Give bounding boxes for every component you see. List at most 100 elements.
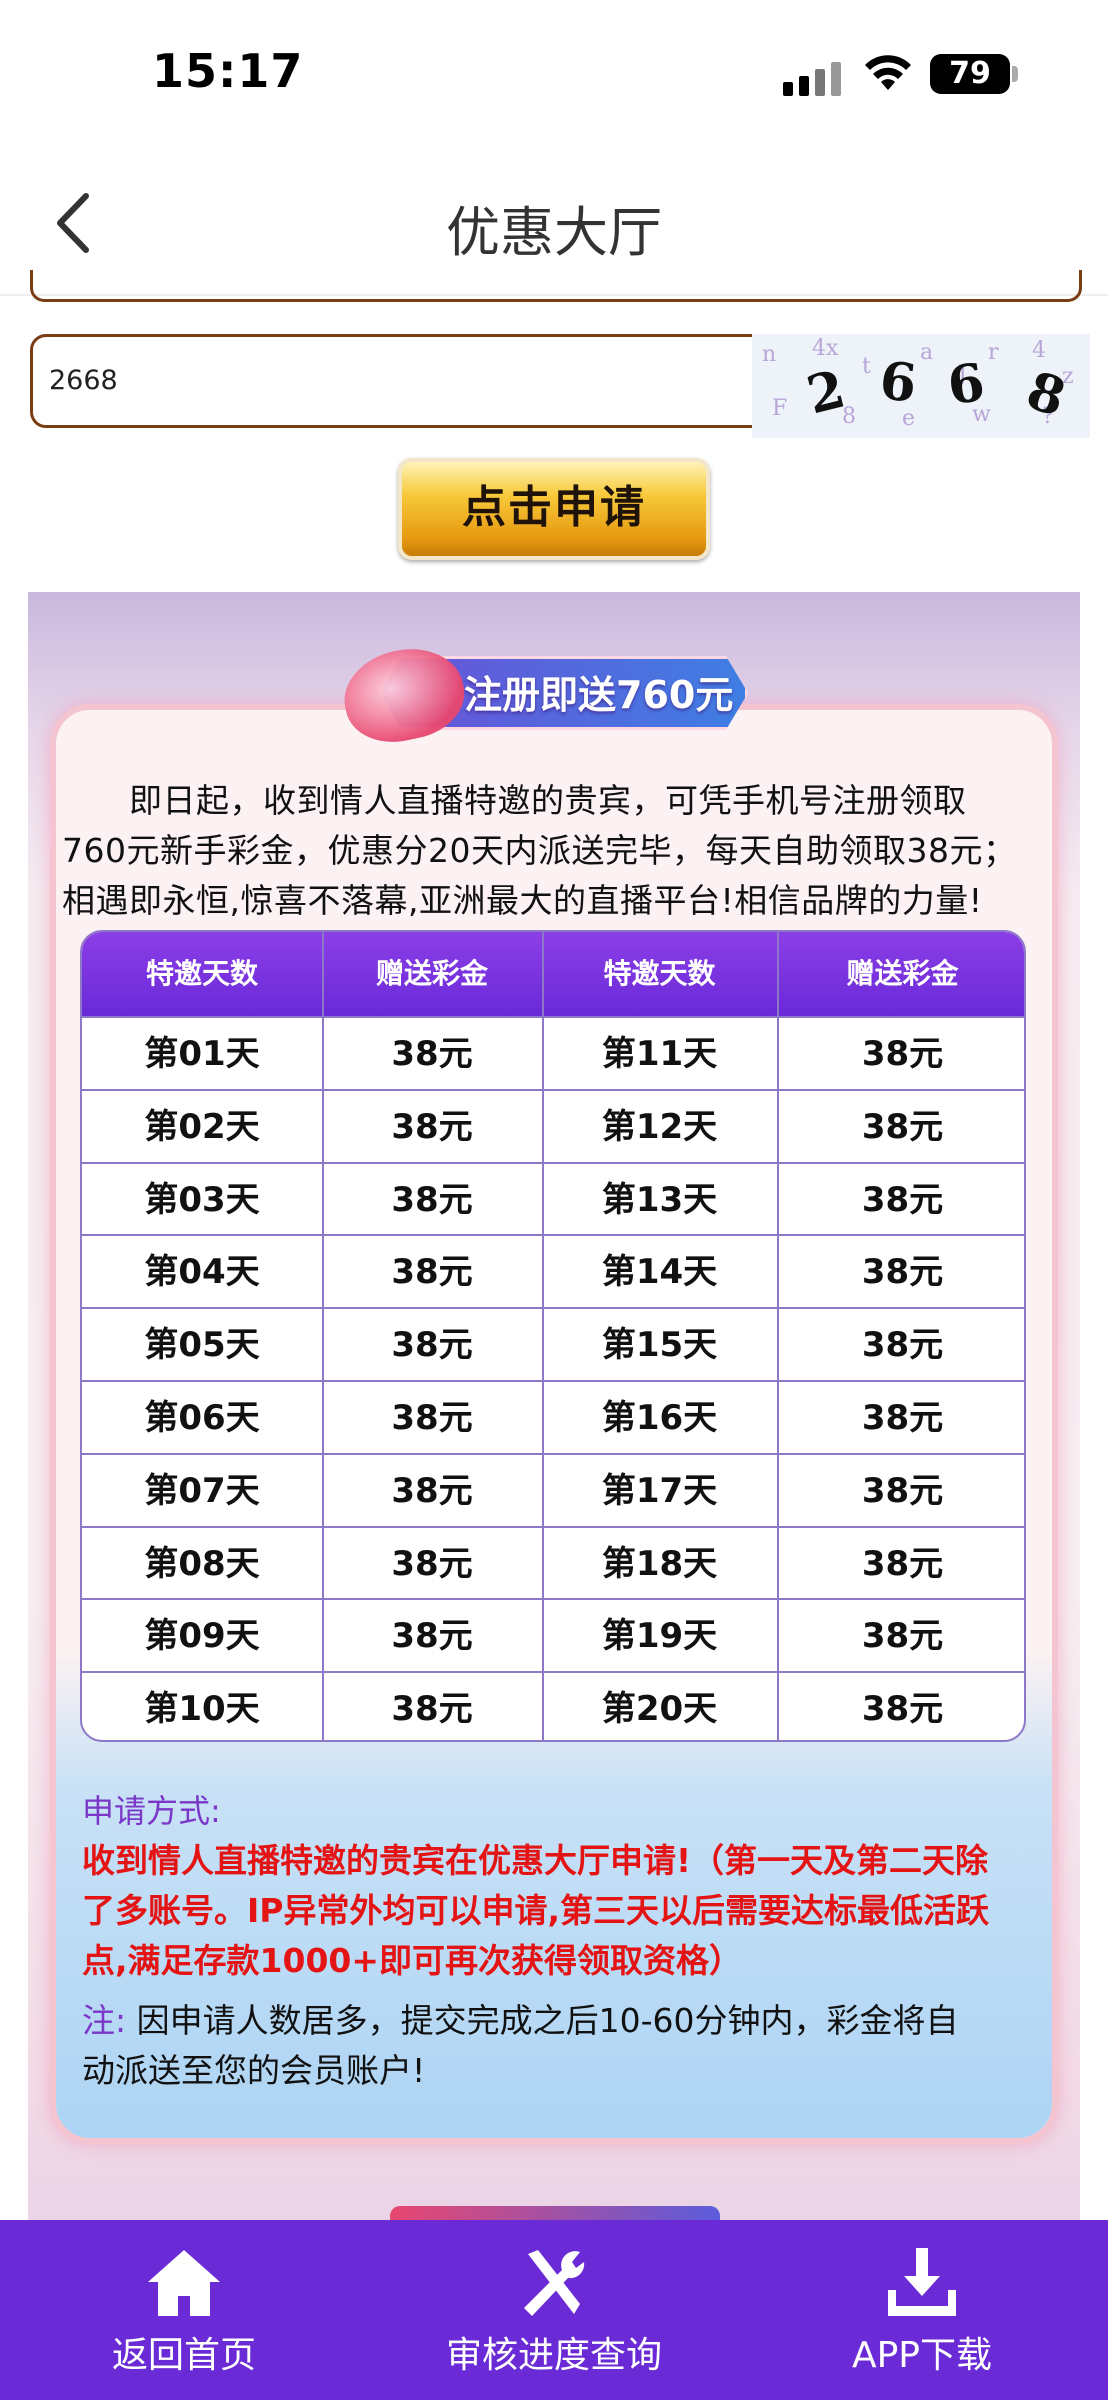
tab-home[interactable]: 返回首页 bbox=[34, 2220, 334, 2400]
table-cell: 38元 bbox=[391, 1106, 473, 1147]
tab-app-download[interactable]: APP下载 bbox=[772, 2220, 1072, 2400]
table-cell: 38元 bbox=[391, 1616, 473, 1657]
table-header: 特邀天数 赠送彩金 特邀天数 赠送彩金 bbox=[82, 932, 1024, 1016]
promo-intro-line: 即日起，收到情人直播特邀的贵宾，可凭手机号注册领取 bbox=[62, 781, 967, 820]
table-cell: 第13天 bbox=[601, 1179, 718, 1220]
table-divider bbox=[542, 932, 544, 1740]
promo-intro-line: 相遇即永恒,惊喜不落幕,亚洲最大的直播平台!相信品牌的力量! bbox=[62, 881, 983, 920]
apply-method-text: 收到情人直播特邀的贵宾在优惠大厅申请!（第一天及第二天除 了多账号。IP异常外均… bbox=[82, 1836, 1072, 1986]
table-header-cell: 赠送彩金 bbox=[846, 957, 959, 990]
captcha-digit: 2 bbox=[801, 358, 852, 427]
page-title: 优惠大厅 bbox=[446, 201, 662, 264]
captcha-digit: 6 bbox=[876, 350, 920, 415]
table-row: 第02天 38元 第12天 38元 bbox=[82, 1088, 1024, 1162]
note-line: 动派送至您的会员账户! bbox=[82, 2051, 426, 2090]
status-time: 15:17 bbox=[152, 44, 304, 98]
table-cell: 38元 bbox=[391, 1470, 473, 1511]
table-row: 第05天 38元 第15天 38元 bbox=[82, 1307, 1024, 1380]
tab-review-progress[interactable]: 审核进度查询 bbox=[404, 2220, 704, 2400]
table-cell: 第20天 bbox=[601, 1689, 718, 1730]
table-cell: 38元 bbox=[861, 1470, 944, 1511]
table-cell: 第08天 bbox=[144, 1543, 260, 1584]
captcha-input-value: 2668 bbox=[49, 365, 118, 396]
table-cell: 38元 bbox=[861, 1252, 944, 1293]
table-cell: 第19天 bbox=[601, 1616, 718, 1657]
promo-ribbon: 注册即送760元 bbox=[335, 638, 784, 752]
table-row: 第08天 38元 第18天 38元 bbox=[82, 1525, 1024, 1599]
note-text: 注: 因申请人数居多，提交完成之后10-60分钟内，彩金将自 动派送至您的会员账… bbox=[82, 1996, 1072, 2096]
apply-method-title: 申请方式: bbox=[82, 1792, 221, 1830]
table-cell: 38元 bbox=[391, 1034, 473, 1074]
tab-label: 返回首页 bbox=[111, 2335, 256, 2376]
status-bar: 15:17 79 bbox=[0, 0, 1108, 150]
table-row: 第07天 38元 第17天 38元 bbox=[82, 1452, 1024, 1526]
promo-intro: 即日起，收到情人直播特邀的贵宾，可凭手机号注册领取 760元新手彩金，优惠分20… bbox=[62, 776, 1052, 926]
note-line: 因申请人数居多，提交完成之后10-60分钟内，彩金将自 bbox=[136, 2001, 959, 2040]
ribbon-title: 注册即送760元 bbox=[464, 673, 734, 717]
download-icon bbox=[888, 2248, 956, 2316]
tools-icon bbox=[524, 2250, 585, 2316]
table-row: 第09天 38元 第19天 38元 bbox=[82, 1598, 1024, 1671]
wifi-icon bbox=[865, 55, 911, 90]
table-cell: 第16天 bbox=[601, 1398, 718, 1438]
table-cell: 38元 bbox=[861, 1106, 944, 1147]
table-cell: 第07天 bbox=[144, 1470, 260, 1511]
table-cell: 第02天 bbox=[144, 1106, 260, 1147]
cellular-signal-icon bbox=[783, 56, 843, 96]
table-cell: 第03天 bbox=[144, 1179, 260, 1220]
note-line-1: 注: 因申请人数居多，提交完成之后10-60分钟内，彩金将自 bbox=[82, 1996, 1072, 2046]
table-row: 第01天 38元 第11天 38元 bbox=[82, 1016, 1024, 1089]
table-cell: 38元 bbox=[391, 1325, 473, 1366]
tab-label: APP下载 bbox=[851, 2335, 993, 2376]
table-cell: 第15天 bbox=[601, 1325, 718, 1366]
table-cell: 38元 bbox=[861, 1689, 944, 1730]
battery-cap bbox=[1012, 66, 1018, 82]
table-cell: 38元 bbox=[861, 1179, 944, 1220]
table-cell: 38元 bbox=[861, 1543, 944, 1584]
note-label: 注: bbox=[82, 2001, 127, 2040]
table-divider bbox=[777, 932, 779, 1740]
promo-intro-line: 760元新手彩金，优惠分20天内派送完毕，每天自助领取38元； bbox=[62, 831, 1017, 870]
table-cell: 第18天 bbox=[601, 1543, 718, 1584]
table-cell: 38元 bbox=[861, 1398, 944, 1438]
home-icon bbox=[148, 2250, 220, 2316]
table-cell: 第11天 bbox=[601, 1034, 718, 1074]
table-cell: 38元 bbox=[861, 1616, 944, 1657]
table-cell: 第05天 bbox=[144, 1325, 260, 1366]
apply-method-line: 了多账号。IP异常外均可以申请,第三天以后需要达标最低活跃 bbox=[82, 1891, 990, 1930]
table-cell: 38元 bbox=[861, 1325, 944, 1366]
captcha-digit: 6 bbox=[943, 351, 989, 418]
table-cell: 38元 bbox=[391, 1543, 473, 1584]
table-row: 第06天 38元 第16天 38元 bbox=[82, 1380, 1024, 1453]
table-divider bbox=[322, 932, 324, 1740]
table-cell: 38元 bbox=[391, 1689, 473, 1730]
table-header-cell: 特邀天数 bbox=[145, 957, 258, 990]
table-cell: 38元 bbox=[861, 1034, 944, 1074]
apply-button[interactable]: 点击申请 bbox=[398, 458, 710, 560]
table-cell: 38元 bbox=[391, 1179, 473, 1220]
battery-icon: 79 bbox=[930, 54, 1010, 94]
table-cell: 38元 bbox=[391, 1252, 473, 1293]
previous-input-field[interactable] bbox=[30, 270, 1082, 302]
apply-method-line: 收到情人直播特邀的贵宾在优惠大厅申请!（第一天及第二天除 bbox=[82, 1841, 989, 1880]
captcha-image[interactable]: n 4x t a J r 4 z F 8 e w ? 2 6 6 8 bbox=[752, 334, 1090, 438]
table-cell: 第01天 bbox=[144, 1034, 260, 1074]
captcha-digit: 8 bbox=[1019, 359, 1073, 430]
heart-icon bbox=[335, 638, 473, 752]
bottom-tab-bar: 返回首页 审核进度查询 APP下载 bbox=[0, 2220, 1108, 2400]
table-header-cell: 特邀天数 bbox=[603, 957, 716, 990]
table-cell: 第04天 bbox=[144, 1252, 260, 1293]
tab-label: 审核进度查询 bbox=[445, 2335, 662, 2376]
apply-method-line: 点,满足存款1000+即可再次获得领取资格） bbox=[82, 1941, 743, 1980]
table-row: 第03天 38元 第13天 38元 bbox=[82, 1161, 1024, 1235]
table-header-cell: 赠送彩金 bbox=[375, 957, 488, 990]
table-cell: 第14天 bbox=[601, 1252, 718, 1293]
table-cell: 38元 bbox=[391, 1398, 473, 1438]
table-row: 第04天 38元 第14天 38元 bbox=[82, 1234, 1024, 1307]
table-cell: 第17天 bbox=[601, 1470, 718, 1511]
table-cell: 第12天 bbox=[601, 1106, 718, 1147]
bonus-table: 特邀天数 赠送彩金 特邀天数 赠送彩金 第01天 38元 第11天 38元 第02天 38… bbox=[80, 930, 1026, 1742]
table-cell: 第06天 bbox=[144, 1398, 260, 1438]
table-cell: 第10天 bbox=[144, 1689, 260, 1730]
table-cell: 第09天 bbox=[144, 1616, 260, 1657]
